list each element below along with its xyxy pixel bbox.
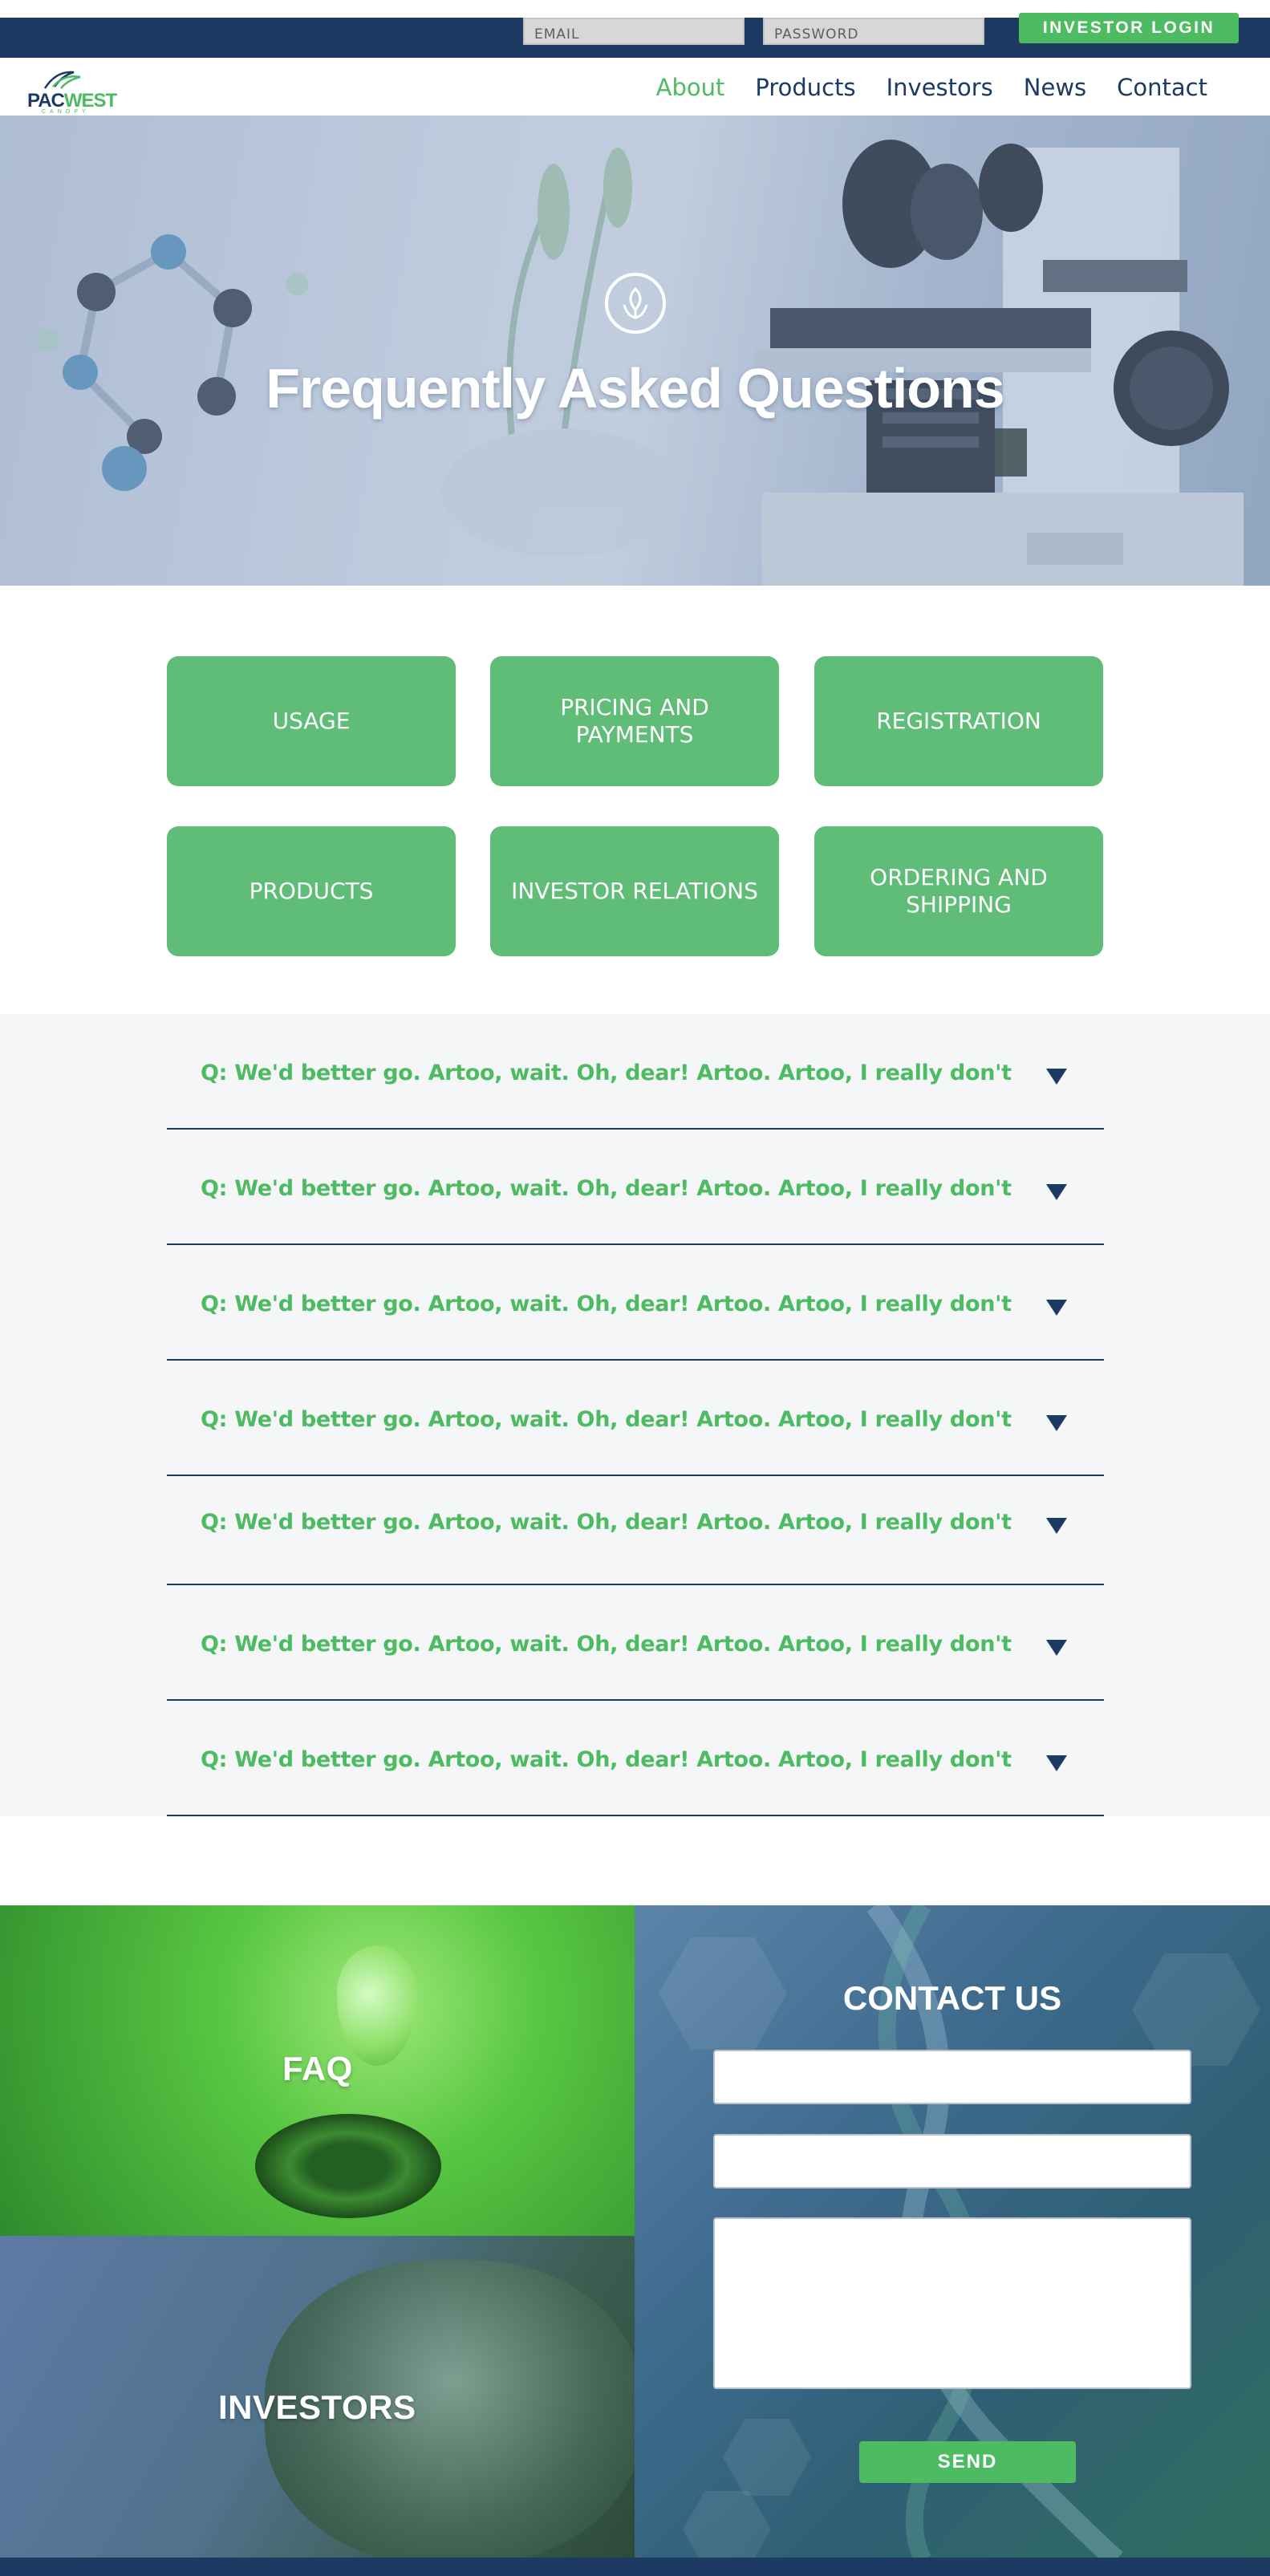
- top-bar: EMAIL PASSWORD INVESTOR LOGIN: [0, 0, 1270, 58]
- caret-down-icon[interactable]: [1046, 1518, 1067, 1534]
- nav-links: About Products Investors News Contact: [656, 74, 1207, 101]
- faq-item[interactable]: Q: We'd better go. Artoo, wait. Oh, dear…: [167, 1701, 1104, 1816]
- investor-login-button[interactable]: INVESTOR LOGIN: [1019, 13, 1239, 43]
- category-ordering-shipping[interactable]: ORDERING AND SHIPPING: [814, 826, 1103, 956]
- category-investor-relations[interactable]: INVESTOR RELATIONS: [490, 826, 779, 956]
- faq-question[interactable]: Q: We'd better go. Artoo, wait. Oh, dear…: [201, 1061, 1012, 1085]
- nav-news[interactable]: News: [1024, 74, 1086, 101]
- category-pricing[interactable]: PRICING AND PAYMENTS: [490, 656, 779, 786]
- category-usage[interactable]: USAGE: [167, 656, 456, 786]
- bottle-ring-image: [255, 2114, 441, 2218]
- send-button[interactable]: SEND: [859, 2441, 1076, 2483]
- contact-form: CONTACT US SEND: [635, 1905, 1270, 2560]
- pipette-drop-image: [337, 1945, 417, 2066]
- faq-question[interactable]: Q: We'd better go. Artoo, wait. Oh, dear…: [201, 1510, 1012, 1535]
- caret-down-icon[interactable]: [1046, 1069, 1067, 1085]
- caret-down-icon[interactable]: [1046, 1415, 1067, 1431]
- contact-name-field[interactable]: [713, 2050, 1191, 2104]
- page-title: Frequently Asked Questions: [266, 357, 1005, 420]
- leaf-icon: [605, 273, 666, 334]
- faq-question[interactable]: Q: We'd better go. Artoo, wait. Oh, dear…: [201, 1407, 1012, 1432]
- faq-tile[interactable]: FAQ: [0, 1905, 635, 2236]
- faq-list: Q: We'd better go. Artoo, wait. Oh, dear…: [0, 1014, 1270, 1816]
- contact-message-field[interactable]: [713, 2217, 1191, 2389]
- contact-title: CONTACT US: [842, 1979, 1062, 2017]
- nav-investors[interactable]: Investors: [887, 74, 993, 101]
- email-input[interactable]: EMAIL: [523, 18, 745, 45]
- faq-tile-label[interactable]: FAQ: [282, 2050, 353, 2088]
- faq-question[interactable]: Q: We'd better go. Artoo, wait. Oh, dear…: [201, 1747, 1012, 1772]
- faq-question[interactable]: Q: We'd better go. Artoo, wait. Oh, dear…: [201, 1176, 1012, 1201]
- nav-products[interactable]: Products: [755, 74, 855, 101]
- password-input[interactable]: PASSWORD: [763, 18, 984, 45]
- footer-strip: [0, 2558, 1270, 2576]
- faq-item[interactable]: Q: We'd better go. Artoo, wait. Oh, dear…: [167, 1130, 1104, 1245]
- main-nav: PACWEST CANOPY About Products Investors …: [0, 58, 1270, 116]
- logo-subtitle: CANOPY: [42, 109, 90, 115]
- nav-contact[interactable]: Contact: [1117, 74, 1207, 101]
- logo-leaf-icon: [43, 71, 81, 89]
- category-registration[interactable]: REGISTRATION: [814, 656, 1103, 786]
- caret-down-icon[interactable]: [1046, 1184, 1067, 1200]
- contact-email-field[interactable]: [713, 2134, 1191, 2189]
- caret-down-icon[interactable]: [1046, 1755, 1067, 1771]
- faq-item[interactable]: Q: We'd better go. Artoo, wait. Oh, dear…: [167, 1585, 1104, 1701]
- faq-question[interactable]: Q: We'd better go. Artoo, wait. Oh, dear…: [201, 1632, 1012, 1657]
- hero-banner: Frequently Asked Questions: [0, 116, 1270, 586]
- faq-categories: USAGE PRICING AND PAYMENTS REGISTRATION …: [167, 656, 1104, 956]
- category-products[interactable]: PRODUCTS: [167, 826, 456, 956]
- faq-question[interactable]: Q: We'd better go. Artoo, wait. Oh, dear…: [201, 1292, 1012, 1316]
- logo-west: WEST: [63, 90, 117, 112]
- logo-pac: PAC: [27, 90, 65, 112]
- hero-overlay: [0, 116, 1270, 586]
- faq-item[interactable]: Q: We'd better go. Artoo, wait. Oh, dear…: [167, 1476, 1104, 1585]
- faq-item[interactable]: Q: We'd better go. Artoo, wait. Oh, dear…: [167, 1245, 1104, 1361]
- nav-about[interactable]: About: [656, 74, 725, 101]
- faq-item[interactable]: Q: We'd better go. Artoo, wait. Oh, dear…: [167, 1014, 1104, 1130]
- bottom-section: FAQ INVESTORS CONTACT US SEND: [0, 1905, 1270, 2560]
- investors-tile-label[interactable]: INVESTORS: [218, 2388, 416, 2427]
- caret-down-icon[interactable]: [1046, 1300, 1067, 1316]
- faq-item[interactable]: Q: We'd better go. Artoo, wait. Oh, dear…: [167, 1361, 1104, 1476]
- investors-tile[interactable]: INVESTORS: [0, 2236, 635, 2560]
- pacwest-logo[interactable]: PACWEST CANOPY: [22, 67, 119, 115]
- caret-down-icon[interactable]: [1046, 1640, 1067, 1656]
